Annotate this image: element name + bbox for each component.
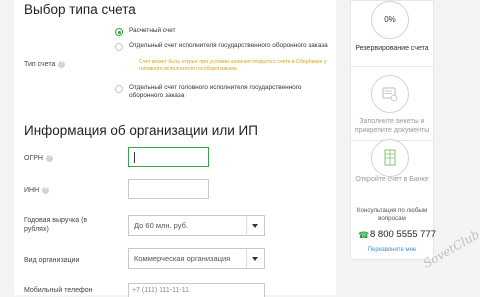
inn-label: ИНН? [24, 186, 50, 195]
chevron-down-icon [252, 224, 258, 228]
revenue-label: Годовая выручка (в рублях) [24, 217, 88, 233]
phone-icon: ☎ [358, 230, 370, 240]
inn-label-text: ИНН [24, 187, 40, 194]
help-icon[interactable]: ? [42, 186, 50, 194]
revenue-select[interactable]: До 60 млн. руб. [128, 215, 265, 236]
text-caret [134, 152, 135, 163]
radio-option-label: Отдельный счет головного исполнителя гос… [129, 84, 302, 99]
account-note: Счет может быть открыт при условии налич… [139, 59, 327, 72]
radio-checked-icon[interactable] [115, 28, 123, 36]
org-type-label: Вид организации [24, 257, 80, 264]
account-type-label: Тип счета? [24, 60, 66, 69]
phone-input-placeholder: +7 (111) 111-11-11 [132, 287, 190, 294]
progress-percent: 0% [384, 15, 396, 24]
chevron-down-icon [252, 257, 258, 261]
main-form-panel: Выбор типа счета Тип счета? Расчетный сч… [14, 0, 336, 297]
account-type-label-text: Тип счета [24, 61, 56, 68]
document-icon [382, 87, 398, 102]
step-bank-circle [371, 139, 409, 177]
ogrn-label-text: ОГРН [24, 155, 43, 162]
org-type-select-value: Коммерческая организация [134, 254, 231, 263]
ogrn-label: ОГРН? [24, 154, 53, 163]
consultation-text: Консультация по любым вопросам [356, 207, 428, 222]
divider [351, 66, 433, 67]
radio-option-label: Отдельный счет исполнителя государственн… [129, 42, 328, 49]
dropdown-button[interactable] [246, 249, 264, 268]
help-icon[interactable]: ? [58, 60, 66, 68]
org-type-select[interactable]: Коммерческая организация [128, 248, 265, 269]
support-phone[interactable]: 8 800 5555 777 [370, 229, 436, 240]
org-info-title: Информация об организации или ИП [24, 123, 258, 138]
dropdown-button[interactable] [246, 216, 264, 235]
step-documents-circle [371, 75, 409, 113]
callback-link[interactable]: Перезвоните мне [350, 247, 434, 253]
bank-icon [384, 149, 396, 166]
revenue-select-value: До 60 млн. руб. [134, 221, 188, 230]
step-open-account: Откройте счет в Банке [355, 176, 429, 183]
phone-label: Мобильный телефон [24, 287, 93, 294]
step-documents: Заполните анкеты и прикрепите документы [354, 118, 430, 134]
radio-unchecked-icon[interactable] [115, 85, 123, 93]
radio-unchecked-icon[interactable] [115, 43, 123, 51]
ogrn-input[interactable] [128, 147, 209, 167]
step-reservation: Резервирование счета [355, 45, 429, 52]
account-type-title: Выбор типа счета [24, 2, 136, 17]
inn-input[interactable] [128, 179, 209, 199]
help-icon[interactable]: ? [45, 154, 53, 162]
progress-circle: 0% [371, 1, 409, 39]
radio-option-label: Расчетный счет [129, 27, 176, 34]
